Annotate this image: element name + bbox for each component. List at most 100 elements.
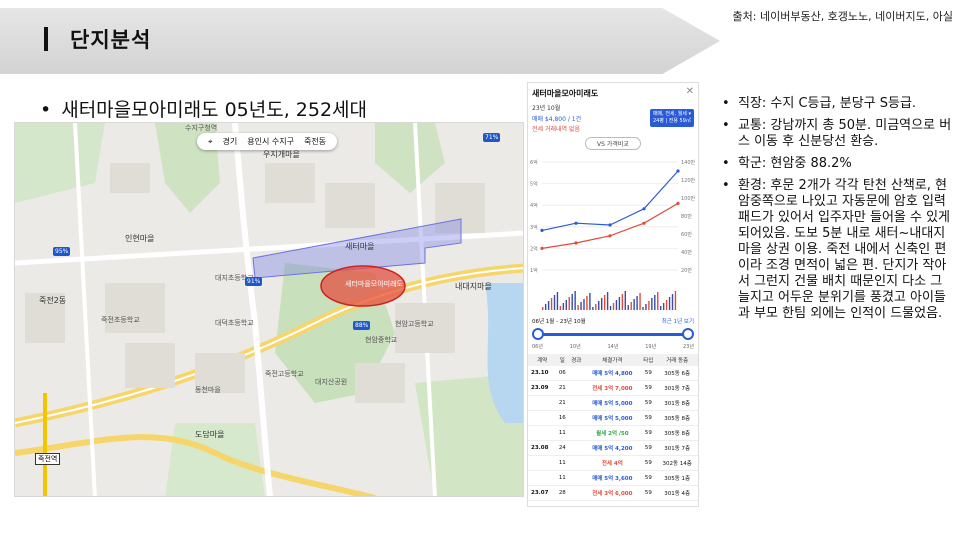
volume-bar xyxy=(657,292,659,310)
table-row[interactable]: 16 매매 5억 5,000 59 305동 8층 xyxy=(528,410,698,426)
series-point xyxy=(642,221,646,225)
table-cell: 305동 8층 xyxy=(656,425,698,441)
series-point xyxy=(540,246,544,250)
table-cell: 59 xyxy=(640,485,657,501)
complex-title: • 새터마을모아미래도 05년도, 252세대 xyxy=(40,95,367,122)
table-cell: 월세 2억 /50 xyxy=(584,425,641,441)
table-cell: 301동 7층 xyxy=(656,380,698,396)
table-cell xyxy=(568,410,585,426)
table-cell: 23.08 xyxy=(528,440,557,456)
table-cell: 59 xyxy=(640,425,657,441)
station-label[interactable]: 죽전역 xyxy=(35,453,61,465)
deal-table: 계약 일 경과 체결가격 타입 거래 동층 23.10 06 매매 5억 4,800… xyxy=(528,354,698,501)
map-label: 우지개마을 xyxy=(263,150,300,159)
table-cell: 21 xyxy=(556,395,569,411)
table-cell: 매매 5억 4,800 xyxy=(584,366,641,381)
map-label: 내대지마을 xyxy=(455,282,492,291)
price-chart-svg: 6억 5억 4억 3억 2억 1억 140만 120만 100만 80만 60만 40만 20만 xyxy=(530,159,696,310)
table-cell: 305동 6층 xyxy=(656,366,698,381)
series-line-0 xyxy=(541,170,679,231)
table-cell: 전세 4억 xyxy=(584,455,641,471)
col-header: 거래 동층 xyxy=(656,354,698,366)
volume-bar xyxy=(601,298,603,310)
volume-bar xyxy=(662,303,665,310)
volume-bar xyxy=(595,304,597,310)
volume-bar xyxy=(654,295,656,310)
y-tick-label: 1억 xyxy=(530,267,538,274)
volume-bar xyxy=(660,306,662,310)
table-cell xyxy=(568,485,585,501)
volume-bar xyxy=(571,294,573,310)
table-row[interactable]: 23.10 06 매매 5억 4,800 59 305동 6층 xyxy=(528,366,698,381)
deal-type-selector[interactable]: 매매, 전세, 월세 ▾ 24평 | 전용 59㎡ xyxy=(649,109,694,127)
table-cell xyxy=(568,395,585,411)
map-control-province[interactable]: 경기 xyxy=(220,136,241,147)
table-cell: 305동 1층 xyxy=(656,470,698,486)
map-location-controls[interactable]: ⌖ 경기 용인시 수지구 죽전동 xyxy=(197,133,338,150)
table-row[interactable]: 21 매매 5억 5,000 59 301동 8층 xyxy=(528,395,698,411)
volume-bar xyxy=(651,298,653,310)
y2-tick-label: 80만 xyxy=(681,213,692,220)
table-row[interactable]: 23.09 21 전세 3억 7,000 59 301동 7층 xyxy=(528,380,698,396)
slider-start-handle[interactable] xyxy=(532,328,544,340)
series-point xyxy=(676,201,680,205)
map-highlight-label: 새터마을모아미래도 xyxy=(345,280,403,288)
table-cell: 06 xyxy=(556,366,569,381)
table-row[interactable]: 11 매매 5억 3,600 59 305동 1층 xyxy=(528,470,698,486)
school-pin[interactable]: 88% xyxy=(353,321,371,330)
col-header: 일 xyxy=(556,354,569,366)
tick-label: 14년 xyxy=(607,344,619,350)
school-pin[interactable]: 91% xyxy=(245,277,263,286)
volume-bar xyxy=(542,307,544,310)
compass-icon[interactable]: ⌖ xyxy=(205,137,216,147)
table-row[interactable]: 23.07 28 전세 3억 6,000 59 301동 4층 xyxy=(528,485,698,501)
deal-table-header: 계약 일 경과 체결가격 타입 거래 동층 xyxy=(528,354,698,366)
series-point xyxy=(642,207,646,211)
table-row[interactable]: 11 전세 4억 59 302동 14층 xyxy=(528,455,698,471)
map-label: 수지구청역 xyxy=(185,124,218,132)
table-cell: 매매 5억 4,200 xyxy=(584,440,641,456)
school-pin[interactable]: 71% xyxy=(483,133,501,142)
table-cell: 301동 7층 xyxy=(656,440,698,456)
map-label: 동천마을 xyxy=(195,386,221,394)
tick-label: 10년 xyxy=(569,344,581,350)
table-row[interactable]: 11 월세 2억 /50 59 305동 8층 xyxy=(528,425,698,441)
volume-bar xyxy=(621,294,624,310)
analysis-notes: 직장: 수지 C등급, 분당구 S등급. 교통: 강남까지 총 50분. 미금역… xyxy=(722,96,954,328)
slider-end-handle[interactable] xyxy=(682,328,694,340)
volume-bar xyxy=(618,297,621,310)
close-icon[interactable]: ✕ xyxy=(686,86,694,97)
table-cell: 16 xyxy=(556,410,569,426)
map-control-dong[interactable]: 죽전동 xyxy=(301,136,329,147)
volume-bar xyxy=(565,300,567,310)
period-slider[interactable] xyxy=(532,327,694,343)
table-cell: 301동 8층 xyxy=(656,395,698,411)
table-cell xyxy=(528,470,557,486)
recent-year-link[interactable]: 최근 1년 보기 xyxy=(662,317,694,325)
map-label: 도담마을 xyxy=(195,430,225,439)
vs-compare-button[interactable]: VS 가격비교 xyxy=(585,137,641,150)
table-cell: 59 xyxy=(640,366,657,381)
volume-bar xyxy=(589,293,591,310)
school-pin[interactable]: 95% xyxy=(53,247,71,256)
table-row[interactable]: 23.08 24 매매 5억 4,200 59 301동 7층 xyxy=(528,440,698,456)
volume-bar xyxy=(574,291,576,310)
table-cell: 24 xyxy=(556,440,569,456)
note-item: 학군: 현암중 88.2% xyxy=(722,156,954,172)
volume-bar xyxy=(636,296,638,310)
y2-tick-label: 140만 xyxy=(681,159,696,166)
table-cell xyxy=(528,455,557,471)
table-cell: 59 xyxy=(640,440,657,456)
table-cell xyxy=(568,380,585,396)
y-tick-label: 4억 xyxy=(530,202,538,209)
volume-bar xyxy=(630,302,632,310)
map-label: 죽전초등학교 xyxy=(101,316,140,324)
map-view[interactable]: ⌖ 경기 용인시 수지구 죽전동 수지구청역 우지개마을 인현마을 죽전2동 새… xyxy=(14,122,524,497)
table-cell: 전세 3억 7,000 xyxy=(584,380,641,396)
complex-title-text: 새터마을모아미래도 05년도, 252세대 xyxy=(61,99,368,121)
volume-bar xyxy=(547,301,550,310)
map-control-city[interactable]: 용인시 수지구 xyxy=(244,136,297,147)
table-cell: 59 xyxy=(640,380,657,396)
table-cell: 매매 5억 5,000 xyxy=(584,395,641,411)
col-header: 타입 xyxy=(640,354,657,366)
